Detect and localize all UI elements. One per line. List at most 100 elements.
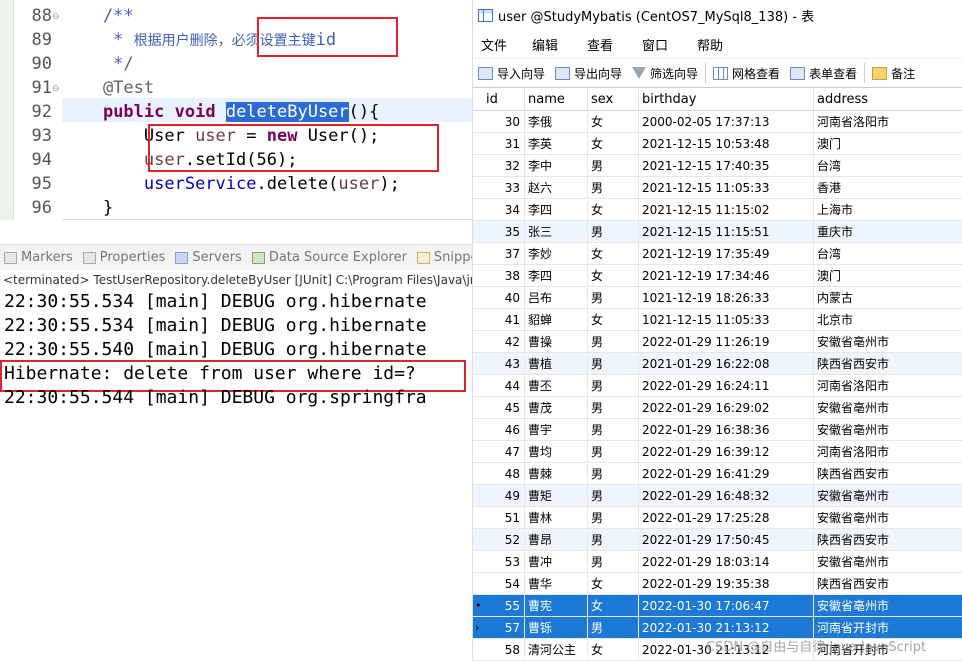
cell-birthday[interactable]: 2022-01-29 16:38:36 — [639, 419, 814, 441]
cell-sex[interactable]: 男 — [588, 287, 639, 309]
cell-name[interactable]: 曹操 — [525, 331, 588, 353]
cell-address[interactable]: 重庆市 — [814, 221, 962, 243]
cell-sex[interactable]: 女 — [588, 243, 639, 265]
cell-id[interactable]: 58 — [483, 639, 525, 661]
cell-address[interactable]: 上海市 — [814, 199, 962, 221]
cell-name[interactable]: 赵六 — [525, 177, 588, 199]
cell-sex[interactable]: 男 — [588, 617, 639, 639]
cell-sex[interactable]: 女 — [588, 265, 639, 287]
cell-address[interactable]: 北京市 — [814, 309, 962, 331]
cell-name[interactable]: 曹昂 — [525, 529, 588, 551]
cell-address[interactable]: 安徽省亳州市 — [814, 551, 962, 573]
fold-toggle-icon[interactable]: ⊖ — [52, 13, 60, 22]
view-tab[interactable]: Properties — [82, 250, 165, 265]
cell-sex[interactable]: 女 — [588, 309, 639, 331]
column-header[interactable]: birthday — [639, 89, 814, 111]
menu-item[interactable]: 编辑 — [520, 35, 570, 54]
cell-id[interactable]: 54 — [483, 573, 525, 595]
cell-birthday[interactable]: 2022-01-29 16:48:32 — [639, 485, 814, 507]
cell-sex[interactable]: 男 — [588, 441, 639, 463]
cell-sex[interactable]: 男 — [588, 375, 639, 397]
table-row[interactable]: 53 曹冲男 2022-01-29 18:03:14 安徽省亳州市 — [473, 551, 962, 573]
cell-id[interactable]: 44 — [483, 375, 525, 397]
cell-name[interactable]: 曹冲 — [525, 551, 588, 573]
cell-birthday[interactable]: 2022-01-29 17:25:28 — [639, 507, 814, 529]
table-row[interactable]: 54 曹华女 2022-01-29 19:35:38 陕西省西安市 — [473, 573, 962, 595]
cell-id[interactable]: 38 — [483, 265, 525, 287]
cell-address[interactable]: 陕西省西安市 — [814, 463, 962, 485]
toolbar-button[interactable]: 表单查看 — [785, 61, 862, 85]
cell-birthday[interactable]: 2021-12-19 17:35:49 — [639, 243, 814, 265]
cell-address[interactable]: 安徽省亳州市 — [814, 419, 962, 441]
table-row[interactable]: 34 李四女 2021-12-15 11:15:02 上海市 — [473, 199, 962, 221]
cell-birthday[interactable]: 2022-01-29 16:41:29 — [639, 463, 814, 485]
cell-id[interactable]: 57 — [483, 617, 525, 639]
cell-address[interactable]: 澳门 — [814, 133, 962, 155]
cell-id[interactable]: 33 — [483, 177, 525, 199]
cell-id[interactable]: 51 — [483, 507, 525, 529]
cell-birthday[interactable]: 1021-12-15 11:05:33 — [639, 309, 814, 331]
cell-address[interactable]: 陕西省西安市 — [814, 573, 962, 595]
column-header[interactable]: id — [483, 89, 525, 111]
cell-birthday[interactable]: 2021-12-19 17:34:46 — [639, 265, 814, 287]
cell-id[interactable]: 55 — [483, 595, 525, 617]
cell-address[interactable]: 香港 — [814, 177, 962, 199]
cell-birthday[interactable]: 2022-01-29 16:24:11 — [639, 375, 814, 397]
cell-sex[interactable]: 女 — [588, 199, 639, 221]
table-row[interactable]: 33 赵六男 2021-12-15 11:05:33 香港 — [473, 177, 962, 199]
cell-id[interactable]: 34 — [483, 199, 525, 221]
cell-name[interactable]: 李中 — [525, 155, 588, 177]
column-header[interactable]: address — [814, 89, 962, 111]
cell-name[interactable]: 曹宪 — [525, 595, 588, 617]
cell-address[interactable]: 河南省洛阳市 — [814, 441, 962, 463]
table-row[interactable]: 44 曹丕男 2022-01-29 16:24:11 河南省洛阳市 — [473, 375, 962, 397]
toolbar-button[interactable]: 备注 — [867, 61, 920, 85]
table-row[interactable]: 49 曹矩男 2022-01-29 16:48:32 安徽省亳州市 — [473, 485, 962, 507]
toolbar-button[interactable]: 导入向导 — [473, 61, 550, 85]
cell-address[interactable]: 澳门 — [814, 265, 962, 287]
cell-birthday[interactable]: 2021-01-29 16:22:08 — [639, 353, 814, 375]
data-grid[interactable]: id name sex birthday address 30 李俄女 2000-02-05… — [473, 89, 962, 661]
table-row[interactable]: 48 曹棘男 2022-01-29 16:41:29 陕西省西安市 — [473, 463, 962, 485]
cell-name[interactable]: 李英 — [525, 133, 588, 155]
cell-name[interactable]: 曹铄 — [525, 617, 588, 639]
menu-item[interactable]: 窗口 — [630, 35, 680, 54]
cell-address[interactable]: 河南省洛阳市 — [814, 375, 962, 397]
cell-sex[interactable]: 男 — [588, 529, 639, 551]
cell-sex[interactable]: 女 — [588, 573, 639, 595]
table-row[interactable]: 42 曹操男 2022-01-29 11:26:19 安徽省亳州市 — [473, 331, 962, 353]
cell-birthday[interactable]: 2022-01-29 16:39:12 — [639, 441, 814, 463]
cell-name[interactable]: 曹丕 — [525, 375, 588, 397]
cell-name[interactable]: 曹林 — [525, 507, 588, 529]
cell-address[interactable]: 台湾 — [814, 155, 962, 177]
cell-sex[interactable]: 男 — [588, 397, 639, 419]
cell-sex[interactable]: 女 — [588, 595, 639, 617]
table-row[interactable]: 41 貂蝉女 1021-12-15 11:05:33 北京市 — [473, 309, 962, 331]
cell-id[interactable]: 48 — [483, 463, 525, 485]
view-tab[interactable]: Data Source Explorer — [251, 250, 407, 265]
cell-sex[interactable]: 女 — [588, 111, 639, 133]
cell-id[interactable]: 49 — [483, 485, 525, 507]
view-tab[interactable]: Snippets — [416, 250, 472, 265]
cell-sex[interactable]: 男 — [588, 331, 639, 353]
cell-name[interactable]: 貂蝉 — [525, 309, 588, 331]
table-row[interactable]: 32 李中男 2021-12-15 17:40:35 台湾 — [473, 155, 962, 177]
cell-address[interactable]: 河南省洛阳市 — [814, 111, 962, 133]
table-row[interactable]: 30 李俄女 2000-02-05 17:37:13 河南省洛阳市 — [473, 111, 962, 133]
column-header[interactable]: sex — [588, 89, 639, 111]
cell-id[interactable]: 43 — [483, 353, 525, 375]
table-row[interactable]: • 55 曹宪女 2022-01-30 17:06:47 安徽省亳州市 — [473, 595, 962, 617]
cell-birthday[interactable]: 2021-12-15 11:05:33 — [639, 177, 814, 199]
cell-sex[interactable]: 男 — [588, 353, 639, 375]
cell-birthday[interactable]: 2022-01-29 11:26:19 — [639, 331, 814, 353]
editor-horizontal-scrollbar[interactable] — [62, 219, 472, 220]
view-tab[interactable]: Servers — [175, 250, 242, 265]
table-row[interactable]: 45 曹茂男 2022-01-29 16:29:02 安徽省亳州市 — [473, 397, 962, 419]
cell-address[interactable]: 内蒙古 — [814, 287, 962, 309]
cell-id[interactable]: 53 — [483, 551, 525, 573]
table-row[interactable]: 31 李英女 2021-12-15 10:53:48 澳门 — [473, 133, 962, 155]
cell-name[interactable]: 曹矩 — [525, 485, 588, 507]
cell-id[interactable]: 52 — [483, 529, 525, 551]
cell-sex[interactable]: 男 — [588, 419, 639, 441]
cell-birthday[interactable]: 2021-12-15 17:40:35 — [639, 155, 814, 177]
